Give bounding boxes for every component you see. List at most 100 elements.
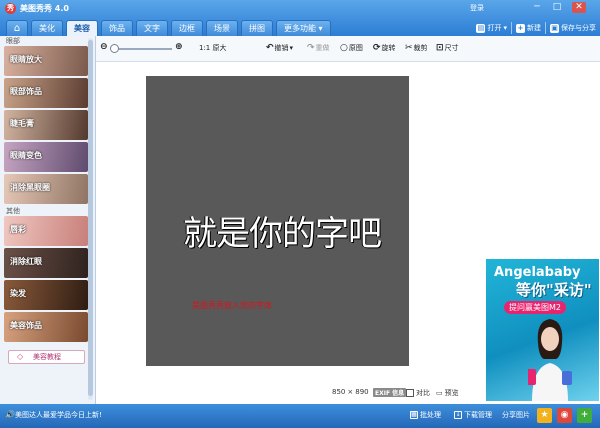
ad-headline: Angelababy: [494, 265, 581, 280]
resize-button[interactable]: ⊡ 尺寸: [436, 43, 459, 53]
save-share-button[interactable]: ▣ 保存与分享: [550, 23, 596, 33]
divider: [511, 22, 512, 34]
effect-item[interactable]: 消除黑眼圈: [4, 174, 88, 204]
effect-item[interactable]: 唇彩: [4, 216, 88, 246]
effect-item[interactable]: 眼睛放大: [4, 46, 88, 76]
compare-toggle[interactable]: 对比: [406, 388, 430, 398]
main-tabs: ⌂ 美化 美容 饰品 文字 边框 场景 拼图 更多功能 ▾: [6, 20, 331, 36]
redo-icon: ↷: [307, 43, 315, 53]
weibo-button[interactable]: ◉: [557, 408, 572, 423]
image-width: 850: [332, 388, 346, 396]
canvas-main-text: 就是你的字吧: [183, 214, 382, 254]
tab-more-features[interactable]: 更多功能 ▾: [276, 20, 331, 36]
effect-item[interactable]: 消除红眼: [4, 248, 88, 278]
scrollbar-thumb[interactable]: [88, 40, 93, 396]
chevron-down-icon: ▾: [289, 44, 294, 52]
tab-border[interactable]: 边框: [171, 20, 203, 36]
maximize-button[interactable]: □: [550, 2, 564, 13]
download-icon: ↓: [454, 411, 462, 419]
zoom-out-button[interactable]: ⊖: [100, 42, 108, 52]
effect-item[interactable]: 睫毛膏: [4, 110, 88, 140]
effect-item-label: 眼部饰品: [10, 87, 42, 96]
compare-checkbox-icon: [406, 389, 414, 397]
zoom-slider[interactable]: [116, 48, 172, 50]
add-button[interactable]: +: [577, 408, 592, 423]
rotate-button[interactable]: ⟳ 旋转: [373, 43, 396, 53]
news-ticker-link[interactable]: 美图达人最爱学品今日上新!: [15, 410, 102, 420]
original-image-button[interactable]: ○ 原图: [340, 43, 363, 53]
canvas-sub-text: 美图秀秀放入您的字体: [192, 301, 272, 310]
title-bar: 秀 美图秀秀 4.0 登录 ─ □ ✕ ⌂ 美化 美容 饰品 文字 边框 场景 …: [0, 0, 600, 36]
undo-icon: ↶: [266, 43, 274, 53]
plus-icon: +: [516, 23, 525, 33]
top-actions: ▤ 打开 ▾ + 新建 ▣ 保存与分享: [476, 20, 596, 36]
login-link[interactable]: 登录: [470, 3, 484, 13]
open-label: 打开: [487, 24, 502, 32]
share-label: 分享图片: [502, 411, 530, 419]
divider: [545, 22, 546, 34]
eye-effects-list: 眼睛放大眼部饰品睫毛膏眼睛变色消除黑眼圈: [0, 46, 95, 204]
rotate-icon: ⟳: [373, 43, 381, 53]
effect-item-label: 染发: [10, 289, 26, 298]
effect-item-label: 眼睛变色: [10, 151, 42, 160]
batch-label: 批处理: [420, 411, 441, 419]
resize-icon: ⊡: [436, 43, 444, 53]
batch-process-button[interactable]: ▦ 批处理: [410, 410, 441, 420]
new-button[interactable]: + 新建: [516, 23, 541, 33]
effect-item[interactable]: 眼睛变色: [4, 142, 88, 172]
rotate-label: 旋转: [381, 44, 396, 52]
effect-item-label: 美容饰品: [10, 321, 42, 330]
app-logo-icon: 秀: [5, 3, 16, 14]
minimize-button[interactable]: ─: [530, 2, 544, 13]
folder-icon: ▤: [476, 23, 486, 33]
effect-item[interactable]: 染发: [4, 280, 88, 310]
scissors-icon: ✂: [405, 43, 413, 53]
download-label: 下载管理: [464, 411, 492, 419]
ad-strip: Angelababy 等你"采访" 提问赢美图M2: [485, 62, 600, 404]
diamond-icon: ◇: [17, 352, 24, 361]
effect-item[interactable]: 美容饰品: [4, 312, 88, 342]
zoom-in-icon: ⊕: [175, 42, 183, 52]
zoom-slider-handle[interactable]: [110, 44, 119, 53]
share-image-link[interactable]: 分享图片: [502, 410, 530, 420]
download-manager-button[interactable]: ↓ 下载管理: [454, 410, 492, 420]
speaker-icon: 🔊: [5, 410, 15, 419]
ad-subheadline: 等你"采访": [516, 281, 592, 299]
effect-item-label: 消除黑眼圈: [10, 183, 50, 192]
photo-canvas[interactable]: 就是你的字吧 美图秀秀放入您的字体: [146, 76, 409, 366]
tab-cosmetic[interactable]: 美容: [66, 20, 98, 36]
status-bar: 🔊 美图达人最爱学品今日上新! ▦ 批处理 ↓ 下载管理 分享图片 ★ ◉ +: [0, 404, 600, 428]
redo-button[interactable]: ↷ 重做: [307, 43, 330, 53]
tab-text[interactable]: 文字: [136, 20, 168, 36]
cosmetic-tutorial-button[interactable]: ◇ 美容教程: [8, 350, 85, 364]
effect-item-label: 眼睛放大: [10, 55, 42, 64]
original-size-button[interactable]: 1:1 原大: [199, 43, 227, 53]
original-image-label: 原图: [348, 44, 363, 52]
ad-banner[interactable]: Angelababy 等你"采访" 提问赢美图M2: [486, 259, 599, 401]
close-button[interactable]: ✕: [572, 2, 586, 13]
exif-button[interactable]: EXIF 信息: [373, 388, 407, 397]
tab-beautify[interactable]: 美化: [31, 20, 63, 36]
circle-icon: ○: [340, 43, 348, 53]
effect-item-label: 唇彩: [10, 225, 26, 234]
original-size-label: 1:1 原大: [199, 44, 227, 52]
panel-scrollbar[interactable]: [88, 38, 93, 400]
tab-scene[interactable]: 场景: [206, 20, 238, 36]
section-eyes-label: 眼部: [6, 37, 20, 45]
open-button[interactable]: ▤ 打开 ▾: [476, 23, 507, 33]
preview-button[interactable]: ▭ 预览: [436, 388, 459, 398]
chevron-down-icon: ▾: [503, 24, 507, 32]
star-button[interactable]: ★: [537, 408, 552, 423]
undo-button[interactable]: ↶ 撤销 ▾: [266, 43, 293, 53]
tab-collage[interactable]: 拼图: [241, 20, 273, 36]
effect-item[interactable]: 眼部饰品: [4, 78, 88, 108]
ad-person-image: [528, 319, 572, 401]
effect-item-label: 消除红眼: [10, 257, 42, 266]
tab-accessories[interactable]: 饰品: [101, 20, 133, 36]
zoom-in-button[interactable]: ⊕: [175, 42, 183, 52]
tutorial-label: 美容教程: [33, 353, 61, 361]
tab-home[interactable]: ⌂: [6, 20, 28, 36]
undo-label: 撤销: [274, 44, 289, 52]
save-icon: ▣: [550, 23, 559, 33]
crop-button[interactable]: ✂ 裁剪: [405, 43, 428, 53]
